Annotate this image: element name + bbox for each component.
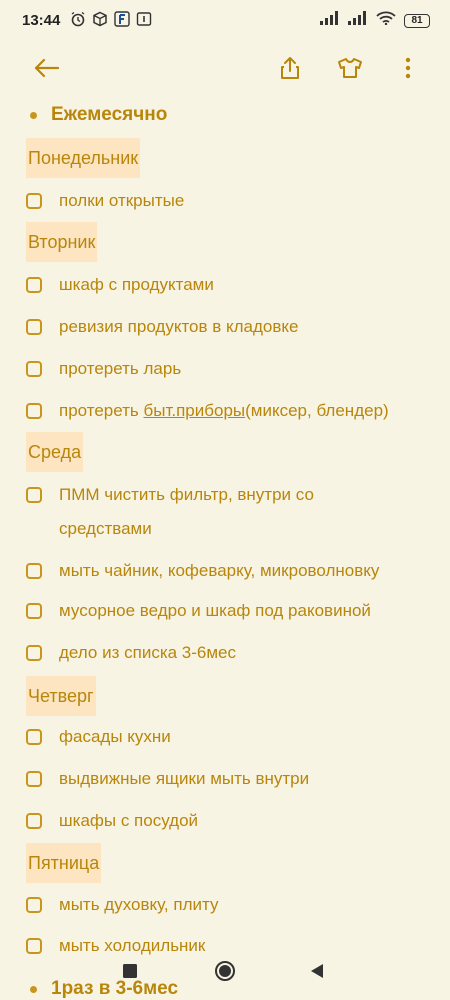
circle-icon <box>215 961 235 981</box>
day-label-monday: Понедельник <box>26 138 141 178</box>
task-checkbox[interactable] <box>26 361 42 377</box>
toolbar <box>0 46 450 90</box>
more-button[interactable] <box>392 52 424 84</box>
system-nav-bar <box>0 950 450 990</box>
task-checkbox[interactable] <box>26 487 42 503</box>
task-text: шкаф с продуктами <box>59 275 214 294</box>
task-text: выдвижные ящики мыть внутри <box>59 769 310 788</box>
box-icon <box>92 11 108 27</box>
task-text: мыть чайник, кофеварку, микроволновку <box>59 561 380 580</box>
back-button[interactable] <box>30 52 62 84</box>
back-nav-button[interactable] <box>310 963 324 984</box>
section-header: Ежемесячно <box>30 104 167 126</box>
status-bar: 13:44 81 <box>0 0 450 40</box>
theme-button[interactable] <box>334 52 366 84</box>
task-checkbox[interactable] <box>26 319 42 335</box>
task-text: дело из списка 3-6мес <box>59 643 237 662</box>
signal-icon <box>320 11 340 30</box>
task-text-line: средствами <box>59 519 152 538</box>
task-text-prefix: протереть <box>59 401 144 420</box>
status-right-icons: 81 <box>320 11 430 30</box>
task-text: мыть духовку, плиту <box>59 895 219 914</box>
task-text: шкафы с посудой <box>59 811 199 830</box>
wifi-icon <box>376 11 396 30</box>
task-text: протереть быт.приборы(миксер, блендер) <box>59 394 439 428</box>
more-vertical-icon <box>405 57 411 79</box>
bullet-icon <box>30 111 37 119</box>
status-time: 13:44 <box>22 12 61 29</box>
task-link[interactable]: быт.приборы <box>144 401 246 420</box>
task-checkbox[interactable] <box>26 563 42 579</box>
task-text: ПММ чистить фильтр, внутри со средствами <box>59 478 439 546</box>
day-label-wednesday: Среда <box>26 432 84 472</box>
battery-icon: 81 <box>404 13 430 28</box>
day-label-friday: Пятница <box>26 843 102 883</box>
task-checkbox[interactable] <box>26 193 42 209</box>
status-left-icons <box>70 11 152 27</box>
app-f-icon <box>114 11 130 27</box>
task-checkbox[interactable] <box>26 771 42 787</box>
home-button[interactable] <box>214 960 236 987</box>
task-text: протереть ларь <box>59 359 182 378</box>
arrow-left-icon <box>34 58 59 78</box>
task-checkbox[interactable] <box>26 645 42 661</box>
task-checkbox[interactable] <box>26 897 42 913</box>
task-text: полки открытые <box>59 191 185 210</box>
task-text: мусорное ведро и шкаф под раковиной <box>59 601 371 620</box>
share-icon <box>281 57 299 79</box>
task-text-suffix: (миксер, блендер) <box>245 401 389 420</box>
task-checkbox[interactable] <box>26 277 42 293</box>
task-text: ревизия продуктов в кладовке <box>59 317 299 336</box>
task-checkbox[interactable] <box>26 729 42 745</box>
alarm-icon <box>70 11 86 27</box>
day-label-thursday: Четверг <box>26 676 96 716</box>
day-label-tuesday: Вторник <box>26 222 98 262</box>
notification-icon <box>136 11 152 27</box>
section-title: Ежемесячно <box>51 104 168 125</box>
triangle-back-icon <box>311 964 323 978</box>
signal-2-icon <box>348 11 368 30</box>
task-text: фасады кухни <box>59 727 171 746</box>
task-checkbox[interactable] <box>26 813 42 829</box>
recents-button[interactable] <box>123 964 137 983</box>
task-checkbox[interactable] <box>26 403 42 419</box>
share-button[interactable] <box>274 52 306 84</box>
task-checkbox[interactable] <box>26 603 42 619</box>
task-text-line: ПММ чистить фильтр, внутри со <box>59 485 314 504</box>
square-icon <box>123 964 137 978</box>
tshirt-icon <box>338 58 362 78</box>
